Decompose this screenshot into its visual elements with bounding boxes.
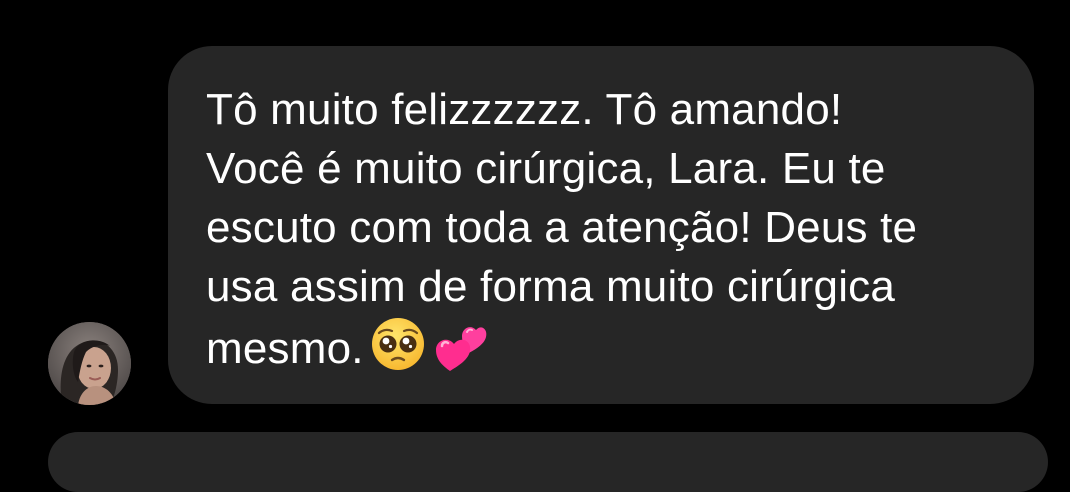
message-line: escuto com toda a atenção! Deus te <box>206 203 918 252</box>
message-line-last: mesmo. <box>206 316 1006 387</box>
message-line: usa assim de forma muito cirúrgica <box>206 262 896 311</box>
sender-avatar[interactable] <box>48 322 131 405</box>
received-message-row: Tô muito felizzzzzz. Tô amando! Você é m… <box>0 0 1070 445</box>
message-bubble[interactable]: Tô muito felizzzzzz. Tô amando! Você é m… <box>168 46 1034 404</box>
message-line: Você é muito cirúrgica, Lara. Eu te <box>206 144 886 193</box>
message-line-text: mesmo. <box>206 324 364 374</box>
message-line: Tô muito felizzzzzz. Tô amando! <box>206 85 843 134</box>
profile-photo-icon <box>48 322 131 405</box>
chat-thread: Tô muito felizzzzzz. Tô amando! Você é m… <box>0 0 1070 492</box>
emoji-group <box>370 316 488 387</box>
next-message-bubble[interactable] <box>48 432 1048 492</box>
pleading-face-emoji-icon <box>371 318 424 370</box>
revolving-hearts-emoji-icon <box>435 327 487 371</box>
emoji-icons <box>371 318 487 371</box>
message-text: Tô muito felizzzzzz. Tô amando! Você é m… <box>206 80 1006 387</box>
